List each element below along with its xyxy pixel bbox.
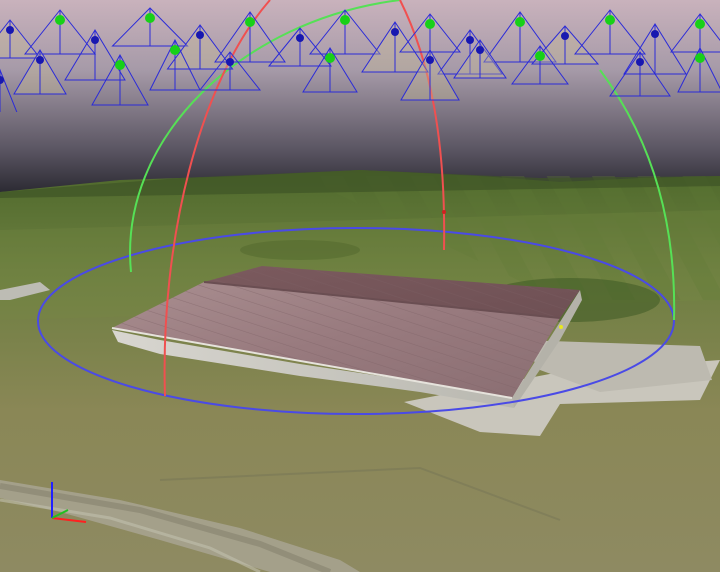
camera-center-marker[interactable] [466, 36, 474, 44]
camera-center-marker[interactable] [426, 56, 434, 64]
gizmo-center-marker [442, 210, 446, 214]
camera-center-marker[interactable] [561, 32, 569, 40]
camera-center-marker[interactable] [515, 17, 525, 27]
camera-center-marker[interactable] [55, 15, 65, 25]
camera-center-marker[interactable] [170, 45, 180, 55]
camera-center-marker[interactable] [476, 46, 484, 54]
scene-canvas[interactable] [0, 0, 720, 572]
camera-center-marker[interactable] [145, 13, 155, 23]
camera-center-marker[interactable] [425, 19, 435, 29]
camera-center-marker[interactable] [226, 58, 234, 66]
camera-center-marker[interactable] [196, 31, 204, 39]
camera-center-marker[interactable] [605, 15, 615, 25]
camera-center-marker[interactable] [535, 51, 545, 61]
camera-center-marker[interactable] [36, 56, 44, 64]
camera-center-marker[interactable] [695, 19, 705, 29]
camera-center-marker[interactable] [695, 53, 705, 63]
camera-center-marker[interactable] [391, 28, 399, 36]
camera-center-marker[interactable] [91, 36, 99, 44]
camera-center-marker[interactable] [296, 34, 304, 42]
3d-viewport[interactable] [0, 0, 720, 572]
camera-center-marker[interactable] [115, 60, 125, 70]
gizmo-handle-marker [559, 325, 563, 329]
camera-center-marker[interactable] [6, 26, 14, 34]
camera-center-marker[interactable] [245, 17, 255, 27]
camera-center-marker[interactable] [340, 15, 350, 25]
camera-center-marker[interactable] [325, 53, 335, 63]
camera-center-marker[interactable] [636, 58, 644, 66]
camera-center-marker[interactable] [651, 30, 659, 38]
